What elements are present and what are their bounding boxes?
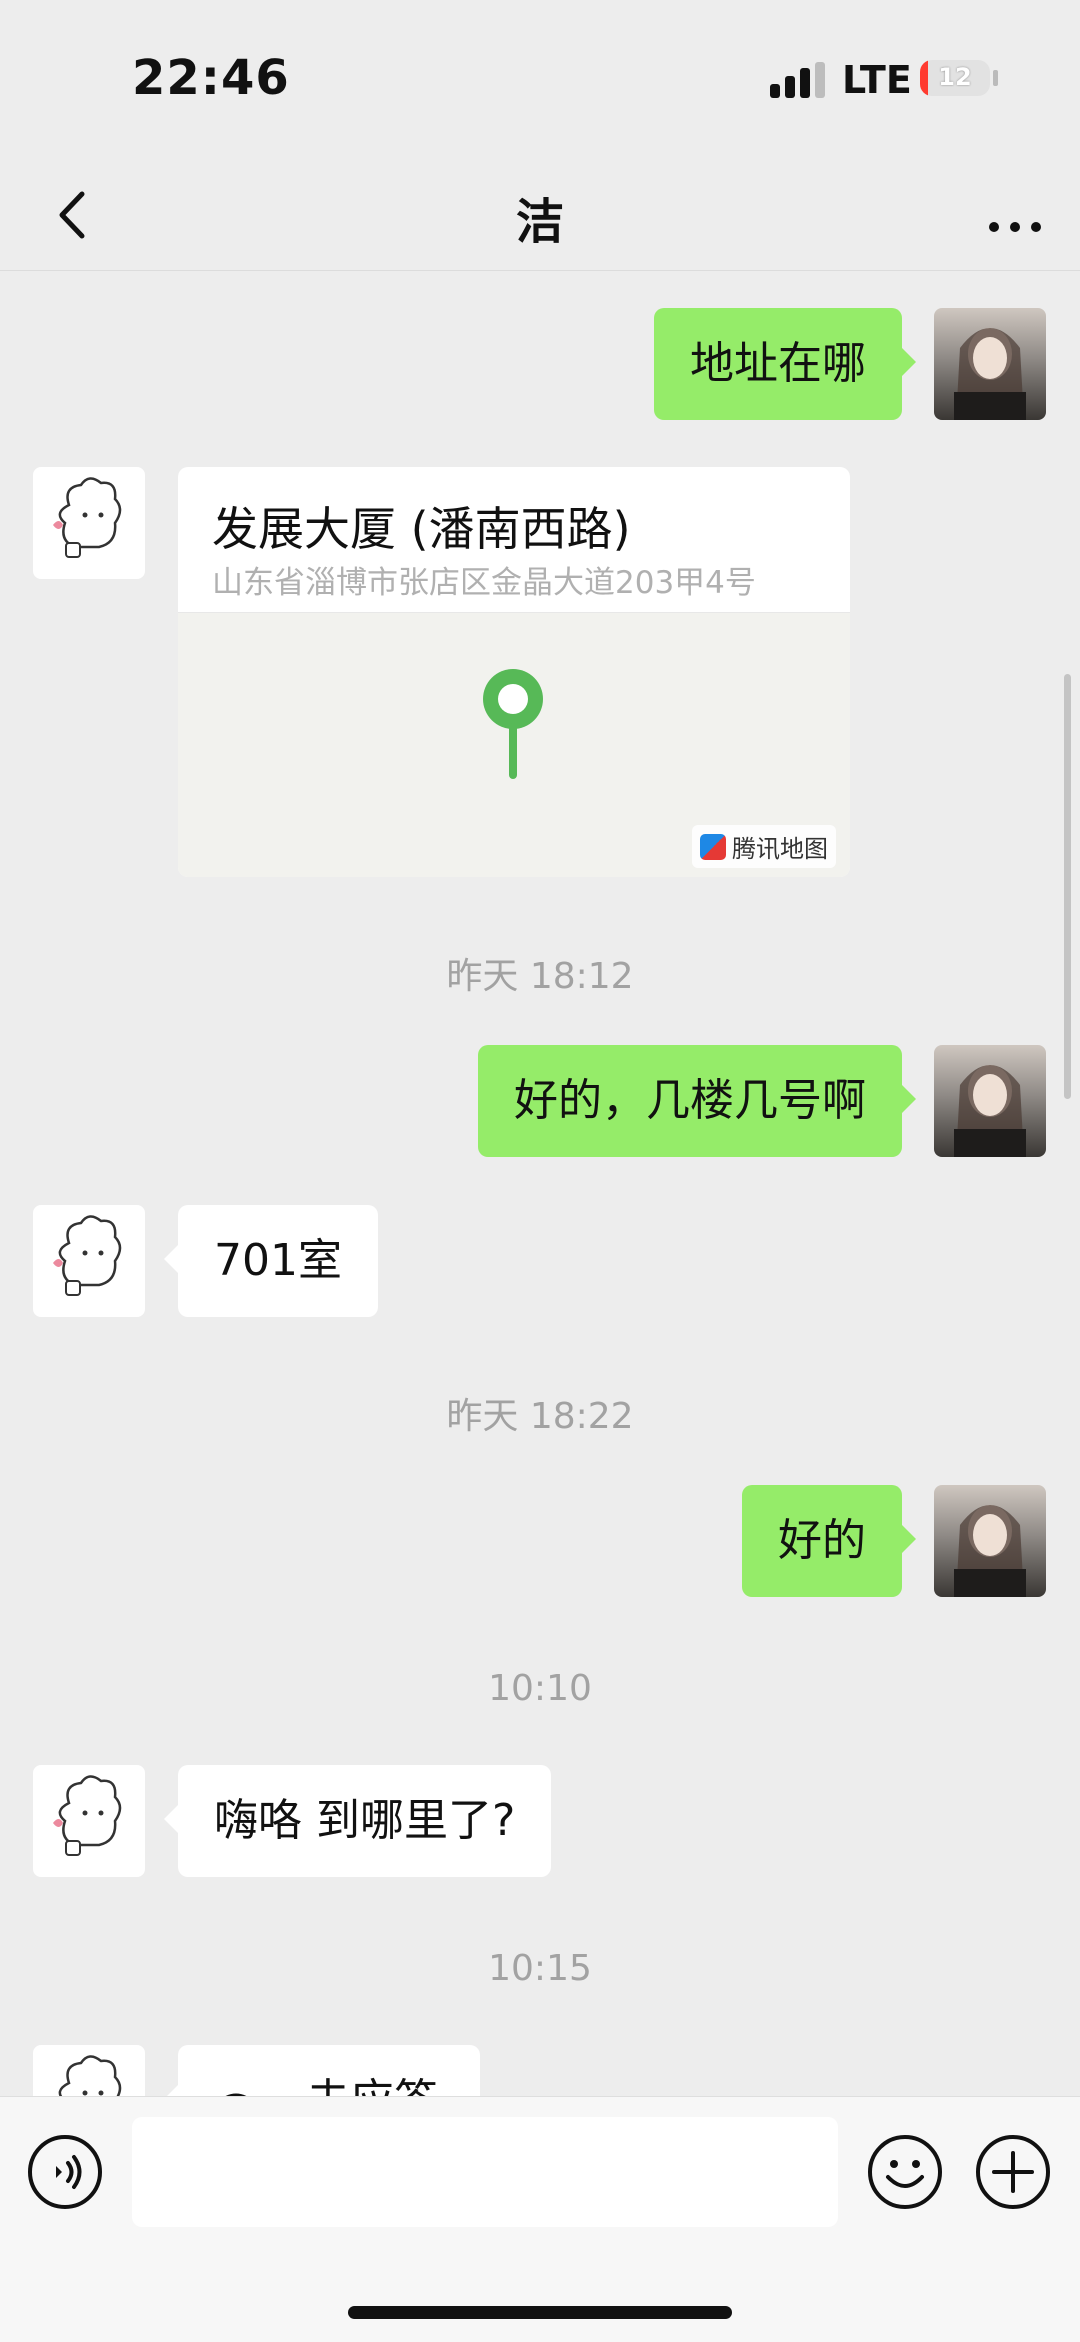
- timestamp: 昨天 18:12: [446, 956, 634, 997]
- scrollbar[interactable]: [1064, 674, 1071, 1099]
- signal-icon: [770, 62, 826, 98]
- location-address: 山东省淄博市张店区金晶大道203甲4号: [212, 565, 756, 601]
- contact-avatar[interactable]: [33, 467, 145, 579]
- message-bubble-call[interactable]: 未应答: [164, 2045, 480, 2096]
- battery-icon: 12: [920, 60, 990, 96]
- self-avatar[interactable]: [934, 1485, 1046, 1597]
- self-avatar[interactable]: [934, 1045, 1046, 1157]
- self-avatar[interactable]: [934, 308, 1046, 420]
- message-bubble-other[interactable]: 嗨咯 到哪里了?: [163, 1765, 552, 1877]
- tencent-map-logo-icon: [700, 833, 726, 860]
- timestamp: 昨天 18:22: [446, 1396, 634, 1437]
- home-indicator[interactable]: [348, 2306, 732, 2319]
- status-bar: 22:46 LTE 12: [0, 0, 1080, 160]
- message-bubble-self[interactable]: 地址在哪: [654, 308, 916, 420]
- more-dots-icon[interactable]: [980, 180, 1050, 250]
- timestamp: 10:10: [488, 1668, 592, 1709]
- map-brand: 腾讯地图: [692, 825, 836, 868]
- chat-area[interactable]: 地址在哪 发展大厦 (潘南西路) 山东省淄博市张店区金晶大道203甲4号 腾讯地…: [0, 271, 1080, 2096]
- message-bubble-self[interactable]: 好的: [742, 1485, 916, 1597]
- map-brand-label: 腾讯地图: [732, 835, 828, 863]
- battery-tip: [993, 70, 998, 86]
- voice-icon[interactable]: [26, 2133, 104, 2211]
- network-type: LTE: [842, 58, 912, 102]
- status-time: 22:46: [132, 50, 290, 106]
- plus-icon[interactable]: [974, 2133, 1052, 2211]
- contact-avatar[interactable]: [33, 2045, 145, 2096]
- phone-icon: [225, 2093, 247, 2096]
- location-map[interactable]: 腾讯地图: [178, 612, 850, 877]
- battery-level: 12: [938, 63, 972, 91]
- emoji-icon[interactable]: [866, 2133, 944, 2211]
- location-title: 发展大厦 (潘南西路): [212, 502, 631, 556]
- contact-avatar[interactable]: [33, 1205, 145, 1317]
- message-input[interactable]: [132, 2117, 838, 2227]
- location-pin-icon: [483, 669, 543, 779]
- location-card[interactable]: 发展大厦 (潘南西路) 山东省淄博市张店区金晶大道203甲4号 腾讯地图: [178, 467, 850, 877]
- call-status-label: 未应答: [306, 2045, 438, 2096]
- message-bubble-other[interactable]: 701室: [164, 1205, 378, 1317]
- contact-avatar[interactable]: [33, 1765, 145, 1877]
- timestamp: 10:15: [488, 1948, 592, 1989]
- nav-bar: 洁: [0, 160, 1080, 271]
- chat-title: 洁: [515, 194, 564, 250]
- message-bubble-self[interactable]: 好的，几楼几号啊: [478, 1045, 916, 1157]
